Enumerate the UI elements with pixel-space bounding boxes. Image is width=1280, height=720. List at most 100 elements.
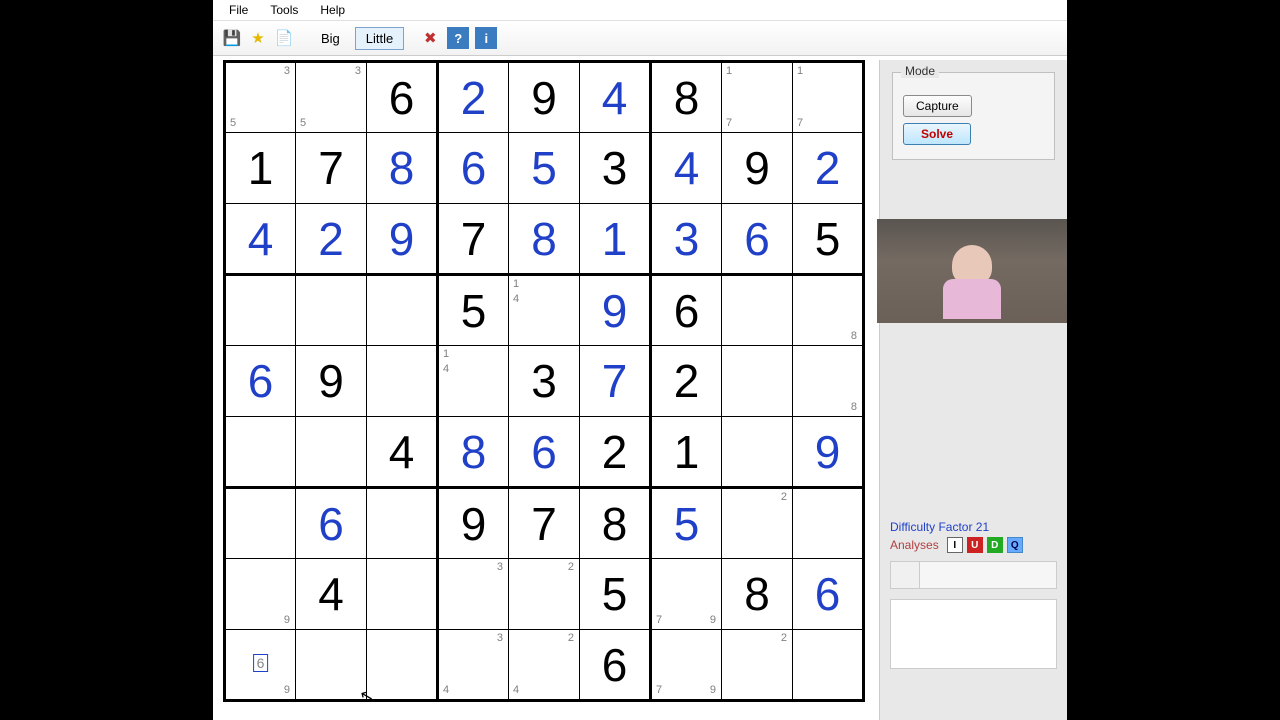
sudoku-cell[interactable]: 17	[722, 62, 793, 133]
analysis-badge-q[interactable]: Q	[1007, 537, 1023, 553]
sudoku-cell[interactable]: 6	[225, 346, 296, 417]
sudoku-cell[interactable]	[225, 275, 296, 346]
sudoku-cell[interactable]: 1	[651, 417, 722, 488]
sudoku-cell[interactable]: 8	[580, 488, 651, 559]
sudoku-cell[interactable]	[722, 275, 793, 346]
sudoku-cell[interactable]: 5	[651, 488, 722, 559]
analysis-badge-d[interactable]: D	[987, 537, 1003, 553]
sudoku-cell[interactable]	[367, 275, 438, 346]
sudoku-cell[interactable]: 4	[225, 204, 296, 275]
sudoku-cell[interactable]: 6	[438, 133, 509, 204]
sudoku-cell[interactable]: 2	[722, 488, 793, 559]
sudoku-cell[interactable]: 5	[793, 204, 864, 275]
sudoku-cell[interactable]	[367, 559, 438, 630]
sudoku-cell[interactable]: 14	[438, 346, 509, 417]
sudoku-cell[interactable]: 4	[651, 133, 722, 204]
sudoku-cell[interactable]: 8	[793, 346, 864, 417]
sudoku-cell[interactable]: 6	[296, 488, 367, 559]
sudoku-cell[interactable]: 2	[793, 133, 864, 204]
sudoku-cell[interactable]: 8	[509, 204, 580, 275]
sudoku-cell[interactable]: 5	[509, 133, 580, 204]
analysis-badge-i[interactable]: I	[947, 537, 963, 553]
sudoku-cell[interactable]: 35	[296, 62, 367, 133]
menu-help[interactable]: Help	[320, 3, 345, 17]
solve-button[interactable]: Solve	[903, 123, 971, 145]
sudoku-cell[interactable]: 9	[580, 275, 651, 346]
sudoku-cell[interactable]: 9	[438, 488, 509, 559]
sudoku-cell[interactable]: 2	[722, 630, 793, 701]
sudoku-cell[interactable]: 4	[367, 417, 438, 488]
sudoku-cell[interactable]: 2	[296, 204, 367, 275]
sudoku-cell[interactable]: 4	[296, 559, 367, 630]
sudoku-cell[interactable]: 1	[225, 133, 296, 204]
menu-tools[interactable]: Tools	[270, 3, 298, 17]
save-icon[interactable]: 💾	[221, 27, 243, 49]
sudoku-cell[interactable]: 9	[225, 559, 296, 630]
page-icon[interactable]: 📄	[273, 27, 295, 49]
sudoku-cell[interactable]: 2	[651, 346, 722, 417]
sudoku-cell[interactable]	[722, 417, 793, 488]
menu-file[interactable]: File	[229, 3, 248, 17]
sudoku-cell[interactable]: 35	[225, 62, 296, 133]
help-button[interactable]: ?	[447, 27, 469, 49]
sudoku-cell[interactable]: 79	[651, 630, 722, 701]
sudoku-cell[interactable]: 2	[438, 62, 509, 133]
sudoku-cell[interactable]: 9	[296, 346, 367, 417]
sudoku-cell[interactable]: 8	[367, 133, 438, 204]
sudoku-cell[interactable]: 6	[509, 417, 580, 488]
sudoku-cell[interactable]: 3	[651, 204, 722, 275]
sudoku-cell[interactable]: 6	[651, 275, 722, 346]
sudoku-cell[interactable]: 6	[793, 559, 864, 630]
sudoku-grid[interactable]: 3535629481717178653492429781365514968691…	[223, 60, 865, 702]
sudoku-cell[interactable]: 6	[367, 62, 438, 133]
sudoku-cell[interactable]: 24	[509, 630, 580, 701]
sudoku-cell[interactable]	[793, 630, 864, 701]
sudoku-cell[interactable]	[367, 630, 438, 701]
sudoku-cell[interactable]: 14	[509, 275, 580, 346]
sudoku-cell[interactable]: 6	[580, 630, 651, 701]
sudoku-cell[interactable]: 8	[722, 559, 793, 630]
sudoku-cell[interactable]: 3	[509, 346, 580, 417]
sudoku-cell[interactable]: 3	[580, 133, 651, 204]
sudoku-cell[interactable]: 8	[651, 62, 722, 133]
sudoku-cell[interactable]: 3	[438, 559, 509, 630]
little-button[interactable]: Little	[355, 27, 404, 50]
big-button[interactable]: Big	[310, 27, 351, 50]
sudoku-cell[interactable]	[296, 630, 367, 701]
sudoku-cell[interactable]: 6	[722, 204, 793, 275]
sudoku-cell[interactable]: 9	[793, 417, 864, 488]
sudoku-cell[interactable]	[225, 417, 296, 488]
sudoku-cell[interactable]	[722, 346, 793, 417]
sudoku-cell[interactable]: 7	[296, 133, 367, 204]
capture-button[interactable]: Capture	[903, 95, 972, 117]
sudoku-cell[interactable]: 34	[438, 630, 509, 701]
sudoku-cell[interactable]: 5	[438, 275, 509, 346]
sudoku-cell[interactable]: 79	[651, 559, 722, 630]
sudoku-cell[interactable]: 7	[438, 204, 509, 275]
sudoku-cell[interactable]: 7	[509, 488, 580, 559]
sudoku-cell[interactable]: 4	[580, 62, 651, 133]
sudoku-cell[interactable]	[367, 346, 438, 417]
sudoku-cell[interactable]: 1	[580, 204, 651, 275]
sudoku-cell[interactable]: 9	[722, 133, 793, 204]
sudoku-cell[interactable]	[793, 488, 864, 559]
sudoku-cell[interactable]: 2	[580, 417, 651, 488]
analysis-badge-u[interactable]: U	[967, 537, 983, 553]
sudoku-cell[interactable]: 8	[793, 275, 864, 346]
sudoku-cell[interactable]: 7	[580, 346, 651, 417]
sudoku-cell[interactable]: 8	[438, 417, 509, 488]
sudoku-cell[interactable]	[296, 275, 367, 346]
person-avatar	[952, 245, 992, 285]
sudoku-cell[interactable]	[296, 417, 367, 488]
sudoku-cell[interactable]	[225, 488, 296, 559]
sudoku-cell[interactable]: 5	[580, 559, 651, 630]
sudoku-cell[interactable]: 9	[509, 62, 580, 133]
sudoku-cell[interactable]: 2	[509, 559, 580, 630]
sudoku-cell[interactable]: 69	[225, 630, 296, 701]
delete-icon[interactable]: ✖	[419, 27, 441, 49]
star-icon[interactable]: ★	[247, 27, 269, 49]
sudoku-cell[interactable]: 9	[367, 204, 438, 275]
sudoku-cell[interactable]	[367, 488, 438, 559]
sudoku-cell[interactable]: 17	[793, 62, 864, 133]
info-button[interactable]: i	[475, 27, 497, 49]
